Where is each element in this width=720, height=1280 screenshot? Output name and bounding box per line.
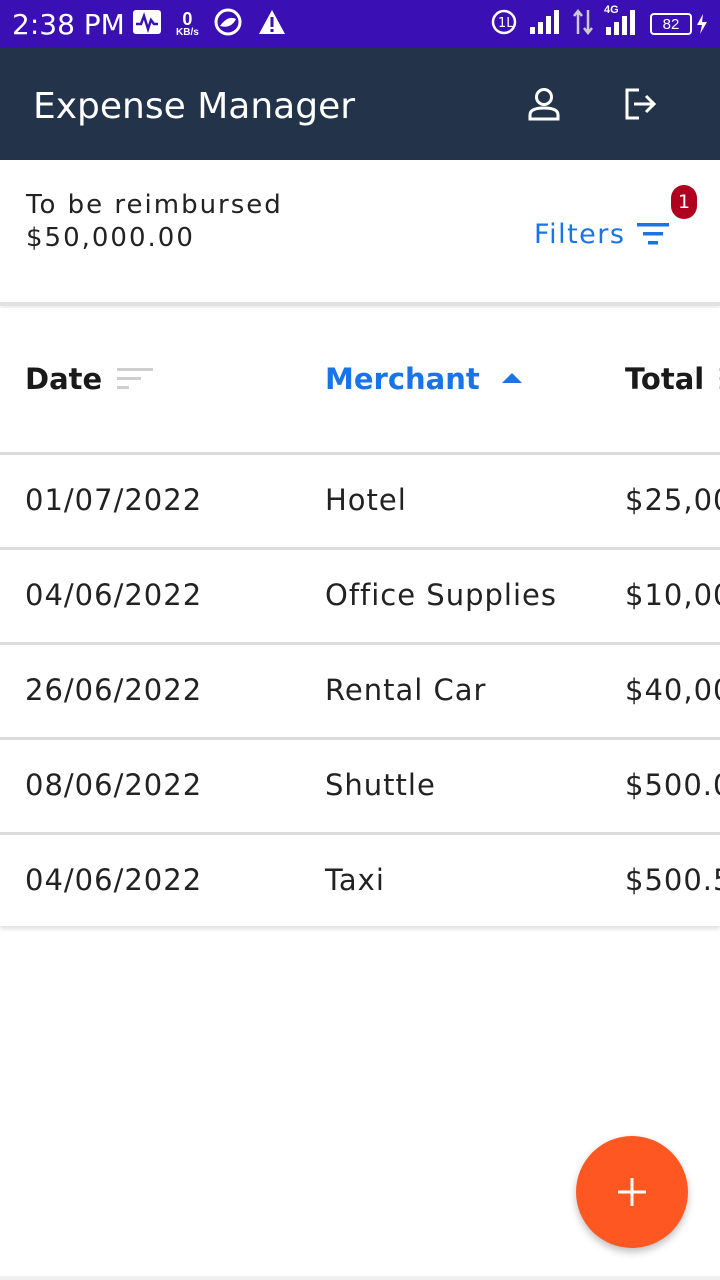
cell-total: $500.5 <box>625 863 720 897</box>
column-header-merchant[interactable]: Merchant <box>325 362 530 396</box>
add-expense-button[interactable] <box>576 1136 688 1248</box>
column-header-total[interactable]: Total <box>625 362 720 396</box>
column-header-date[interactable]: Date <box>25 362 154 396</box>
volte-icon: 1L <box>490 8 518 41</box>
cell-date: 04/06/2022 <box>25 863 203 897</box>
table-row[interactable]: 01/07/2022 Hotel $25,00 <box>0 455 720 550</box>
reimbursement-label: To be reimbursed <box>26 190 283 220</box>
cell-merchant: Office Supplies <box>325 578 557 612</box>
filters-label: Filters <box>534 218 626 250</box>
expense-table: Date Merchant Total 01/07/2022 Hotel $25… <box>0 308 720 926</box>
cell-merchant: Taxi <box>325 863 385 897</box>
cell-total: $10,00 <box>625 578 720 612</box>
cell-total: $500.0 <box>625 768 720 802</box>
cell-merchant: Shuttle <box>325 768 436 802</box>
table-row[interactable]: 04/06/2022 Taxi $500.5 <box>0 835 720 926</box>
status-icons-right: 1L 4G 82 <box>490 4 708 42</box>
cell-date: 01/07/2022 <box>25 483 203 517</box>
app-title: Expense Manager <box>33 86 356 127</box>
summary-panel: To be reimbursed $50,000.00 Filters <box>0 160 720 306</box>
cell-date: 08/06/2022 <box>25 768 203 802</box>
battery-level: 82 <box>650 13 692 35</box>
sort-icon <box>117 368 154 389</box>
filters-badge: 1 <box>671 185 697 219</box>
column-label: Merchant <box>325 362 480 396</box>
signal-icon <box>528 9 562 40</box>
charging-icon <box>697 14 707 34</box>
sort-ascending-icon <box>501 373 522 383</box>
table-row[interactable]: 04/06/2022 Office Supplies $10,00 <box>0 550 720 645</box>
app-bar: Expense Manager <box>0 48 720 160</box>
table-row[interactable]: 26/06/2022 Rental Car $40,00 <box>0 645 720 740</box>
column-label: Date <box>25 362 103 396</box>
column-label: Total <box>625 362 705 396</box>
cell-merchant: Hotel <box>325 483 407 517</box>
network-label: 4G <box>604 3 619 16</box>
cell-date: 04/06/2022 <box>25 578 203 612</box>
bottom-divider <box>0 1276 720 1280</box>
add-icon <box>618 1178 646 1206</box>
data-transfer-icon <box>572 8 594 41</box>
filters-button[interactable]: Filters <box>534 214 671 254</box>
reimbursement-amount: $50,000.00 <box>26 223 195 253</box>
cell-total: $40,00 <box>625 673 720 707</box>
activity-icon <box>132 9 162 40</box>
status-bar: 2:38 PM 0 KB/s 1L 4G 82 <box>0 0 720 48</box>
filter-icon <box>637 223 670 245</box>
cell-merchant: Rental Car <box>325 673 487 707</box>
status-time: 2:38 PM <box>12 8 125 41</box>
browser-icon <box>213 7 243 42</box>
cell-total: $25,00 <box>625 483 720 517</box>
data-rate-icon: 0 KB/s <box>176 10 199 38</box>
svg-text:1L: 1L <box>498 16 514 31</box>
signal-4g-icon: 4G <box>604 4 640 41</box>
table-header: Date Merchant Total <box>0 308 720 455</box>
table-row[interactable]: 08/06/2022 Shuttle $500.0 <box>0 740 720 835</box>
battery-icon: 82 <box>650 13 708 35</box>
cell-date: 26/06/2022 <box>25 673 203 707</box>
logout-icon[interactable] <box>614 80 662 128</box>
data-rate-unit: KB/s <box>176 27 199 38</box>
account-icon[interactable] <box>520 80 568 128</box>
warning-icon <box>257 8 287 41</box>
data-rate-value: 0 <box>182 9 193 29</box>
status-icons-left: 0 KB/s <box>132 6 287 42</box>
